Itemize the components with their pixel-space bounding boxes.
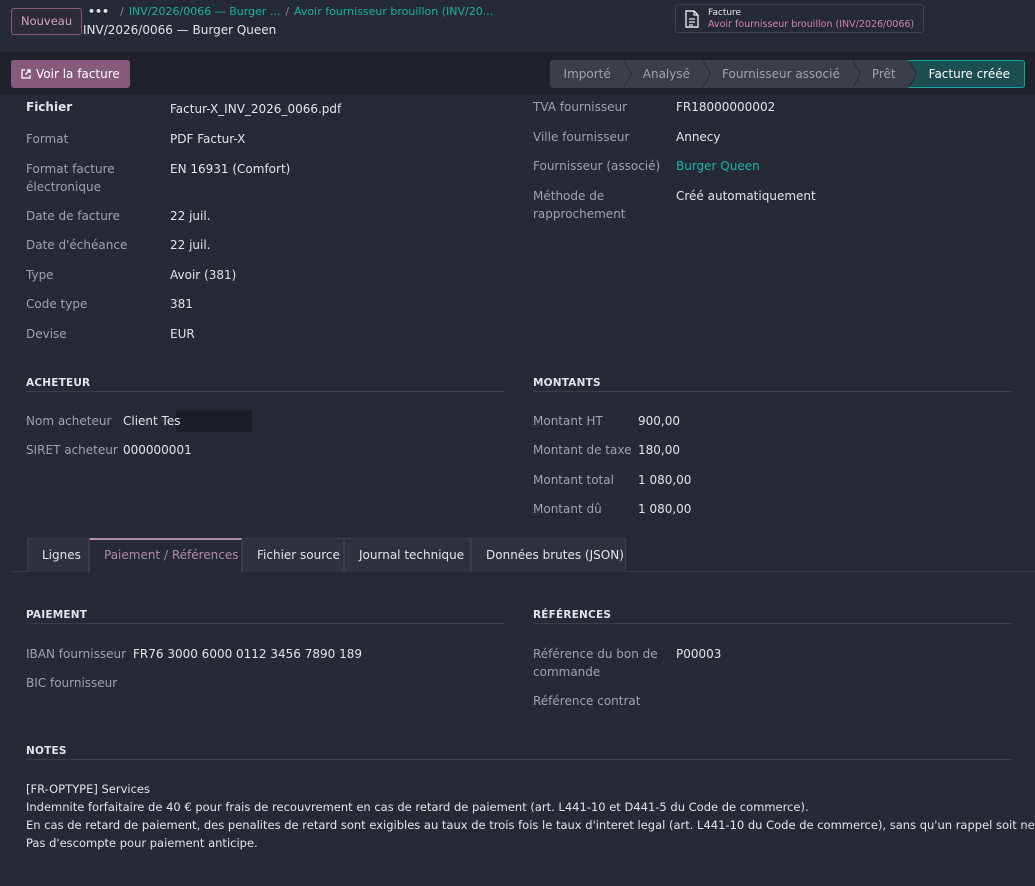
section-divider [26,391,505,392]
field-label-type: Type [26,268,54,282]
new-button[interactable]: Nouveau [11,8,83,35]
view-invoice-label: Voir la facture [36,67,120,81]
control-bar: Voir la facture Importé Analysé Fourniss… [0,53,1035,94]
attachment-label: Facture [708,8,742,18]
field-value-matching-method[interactable]: Créé automatiquement [676,187,816,205]
field-value-amount-due[interactable]: 1 080,00 [638,500,691,518]
field-value-einvoice-format[interactable]: EN 16931 (Comfort) [170,160,290,178]
field-label-invoice-date: Date de facture [26,209,120,223]
field-label-format: Format [26,132,69,146]
document-icon [685,10,699,28]
notes-line: Pas d'escompte pour paiement anticipe. [26,836,258,850]
redacted-block [176,410,252,432]
field-value-buyer-siret[interactable]: 000000001 [123,441,192,459]
field-label-supplier-bic: BIC fournisseur [26,676,118,690]
field-value-amount-untaxed[interactable]: 900,00 [638,412,680,430]
status-step-supplier-matched[interactable]: Fournisseur associé [702,60,861,88]
section-title-references: RÉFÉRENCES [533,609,612,621]
field-label-file: Fichier [26,100,73,114]
notes-line: Indemnite forfaitaire de 40 € pour frais… [26,800,809,814]
top-bar: Nouveau ••• / INV/2026/0066 — Burger ... / A… [0,0,1035,53]
field-label-contract-reference: Référence contrat [533,694,641,708]
section-divider [533,391,1012,392]
field-value-currency[interactable]: EUR [170,325,195,343]
field-value-supplier-vat[interactable]: FR18000000002 [676,98,775,116]
field-value-type-code[interactable]: 381 [170,295,193,313]
attachment-badge[interactable]: Facture Avoir fournisseur brouillon (INV… [675,4,924,33]
field-label-matched-supplier: Fournisseur (associé) [533,159,661,173]
breadcrumb-more-button[interactable]: ••• [88,5,109,18]
tab-technical-log[interactable]: Journal technique [344,538,471,572]
section-title-buyer: ACHETEUR [26,377,91,389]
status-bar: Importé Analysé Fournisseur associé Prêt… [549,60,1025,88]
field-value-invoice-date[interactable]: 22 juil. [170,207,211,225]
breadcrumb: ••• / INV/2026/0066 — Burger ... / Avoir fou… [88,5,494,18]
field-value-type[interactable]: Avoir (381) [170,266,236,284]
section-divider [26,623,505,624]
tab-payment-references[interactable]: Paiement / Références [89,538,242,573]
field-label-due-date: Date d'échéance [26,238,128,252]
notes-line: En cas de retard de paiement, des penali… [26,818,1035,832]
field-label-amount-tax: Montant de taxe [533,443,632,457]
field-label-buyer-name: Nom acheteur [26,414,112,428]
section-divider [26,759,1012,760]
field-value-file[interactable]: Factur-X_INV_2026_0066.pdf [170,100,341,118]
notes-text[interactable]: [FR-OPTYPE] Services Indemnite forfaitai… [26,780,1035,852]
section-title-payment: PAIEMENT [26,609,88,621]
status-step-analyzed[interactable]: Analysé [622,60,712,88]
field-label-matching-method: Méthode de rapprochement [533,189,626,221]
field-label-supplier-city: Ville fournisseur [533,130,630,144]
field-label-currency: Devise [26,327,67,341]
field-label-supplier-vat: TVA fournisseur [533,100,628,114]
field-value-supplier-iban[interactable]: FR76 3000 6000 0112 3456 7890 189 [133,645,362,663]
tab-source-file[interactable]: Fichier source [242,538,344,572]
field-label-amount-untaxed: Montant HT [533,414,603,428]
status-step-invoice-created[interactable]: Facture créée [907,60,1025,88]
tab-lines[interactable]: Lignes [27,538,89,572]
field-label-amount-due: Montant dû [533,502,602,516]
field-value-buyer-name[interactable]: Client Tes [123,412,180,430]
view-invoice-button[interactable]: Voir la facture [11,60,130,88]
breadcrumb-item-invoice[interactable]: INV/2026/0066 — Burger ... [129,5,281,18]
field-value-supplier-city[interactable]: Annecy [676,128,721,146]
field-label-supplier-iban: IBAN fournisseur [26,647,127,661]
record-title: INV/2026/0066 — Burger Queen [83,23,277,37]
notes-line: [FR-OPTYPE] Services [26,782,150,796]
field-value-format[interactable]: PDF Factur-X [170,130,245,148]
field-value-amount-tax[interactable]: 180,00 [638,441,680,459]
field-value-po-reference[interactable]: P00003 [676,645,721,663]
field-label-buyer-siret: SIRET acheteur [26,443,118,457]
status-step-imported[interactable]: Importé [549,60,632,88]
section-divider [533,623,1012,624]
field-value-amount-total[interactable]: 1 080,00 [638,471,691,489]
breadcrumb-item-credit-note[interactable]: Avoir fournisseur brouillon (INV/20... [294,5,493,18]
attachment-name: Avoir fournisseur brouillon (INV/2026/00… [708,19,915,30]
section-title-amounts: MONTANTS [533,377,601,389]
field-value-matched-supplier[interactable]: Burger Queen [676,157,760,175]
section-title-notes: NOTES [26,745,67,757]
field-label-einvoice-format: Format facture électronique [26,162,115,194]
field-value-due-date[interactable]: 22 juil. [170,236,211,254]
tab-raw-data-json[interactable]: Données brutes (JSON) [471,538,626,572]
external-link-icon [21,69,31,79]
field-label-po-reference: Référence du bon de commande [533,647,658,679]
field-label-type-code: Code type [26,297,88,311]
field-label-amount-total: Montant total [533,473,614,487]
